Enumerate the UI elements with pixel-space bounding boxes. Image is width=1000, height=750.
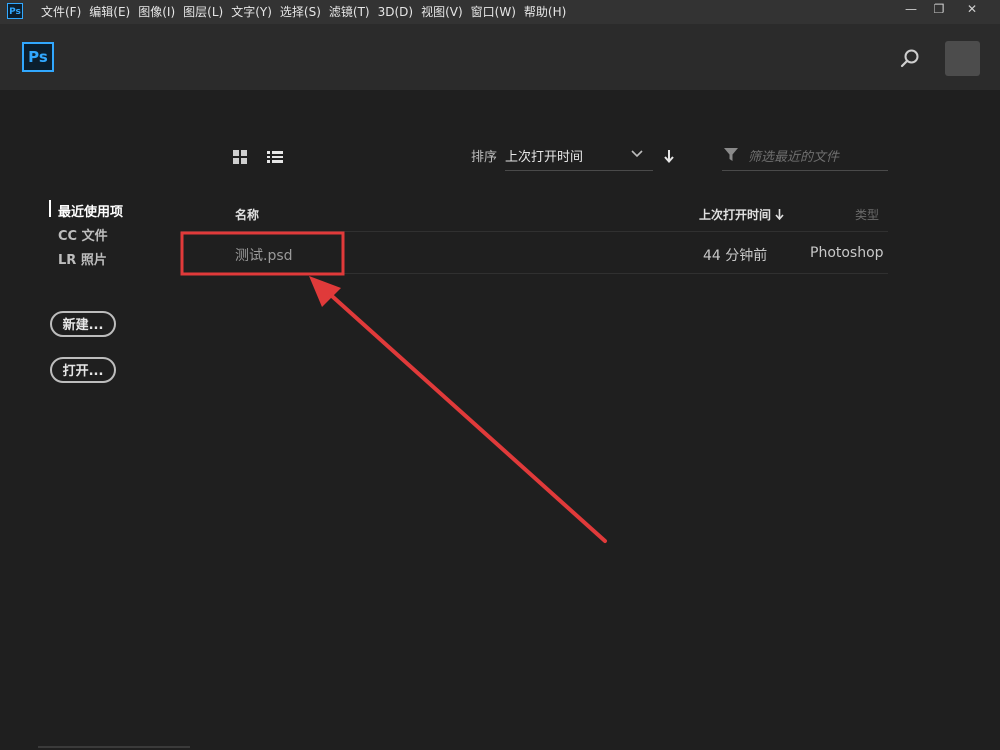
annotation-arrow-head — [309, 276, 341, 307]
photoshop-logo: Ps — [22, 42, 54, 72]
sidebar-item-recent[interactable]: 最近使用项 — [58, 201, 123, 220]
menu-select[interactable]: 选择(S) — [276, 0, 325, 24]
restore-button[interactable]: ❐ — [925, 0, 953, 18]
menu-window[interactable]: 窗口(W) — [467, 0, 520, 24]
menu-image[interactable]: 图像(I) — [134, 0, 179, 24]
menu-filter[interactable]: 滤镜(T) — [325, 0, 374, 24]
menu-view[interactable]: 视图(V) — [417, 0, 467, 24]
menu-items: 文件(F) 编辑(E) 图像(I) 图层(L) 文字(Y) 选择(S) 滤镜(T… — [37, 0, 570, 24]
chevron-down-icon — [631, 150, 643, 158]
column-header-type[interactable]: 类型 — [855, 206, 879, 223]
sort-direction-icon[interactable] — [664, 149, 674, 163]
file-name[interactable]: 测试.psd — [235, 245, 293, 265]
open-button[interactable]: 打开... — [50, 357, 116, 383]
sidebar-item-lr-photos[interactable]: LR 照片 — [58, 249, 107, 268]
column-header-last-opened-label: 上次打开时间 — [699, 208, 772, 222]
menu-file[interactable]: 文件(F) — [37, 0, 85, 24]
annotation-arrow-shaft — [321, 286, 607, 543]
grid-view-icon[interactable] — [233, 150, 247, 164]
menu-3d[interactable]: 3D(D) — [374, 0, 417, 24]
close-button[interactable]: ✕ — [958, 0, 986, 18]
menu-type[interactable]: 文字(Y) — [227, 0, 276, 24]
search-icon[interactable] — [899, 47, 921, 69]
sort-down-arrow-icon — [775, 209, 784, 221]
file-type: Photoshop — [810, 245, 884, 261]
sidebar-item-cc-files[interactable]: CC 文件 — [58, 225, 108, 244]
divider — [181, 273, 888, 274]
menu-layer[interactable]: 图层(L) — [179, 0, 227, 24]
active-indicator — [49, 200, 51, 217]
sort-value: 上次打开时间 — [505, 150, 584, 165]
divider — [181, 231, 888, 232]
file-last-opened: 44 分钟前 — [703, 248, 768, 264]
filter-input[interactable]: 筛选最近的文件 — [722, 142, 888, 171]
new-button[interactable]: 新建... — [50, 311, 116, 337]
annotation-overlay — [180, 231, 607, 543]
sort-dropdown[interactable]: 上次打开时间 — [505, 142, 653, 171]
avatar[interactable] — [945, 41, 980, 76]
scroll-indicator — [38, 746, 190, 748]
photoshop-app-icon: Ps — [7, 3, 23, 19]
filter-icon — [724, 148, 738, 161]
menu-bar: Ps 文件(F) 编辑(E) 图像(I) 图层(L) 文字(Y) 选择(S) 滤… — [0, 0, 1000, 24]
column-header-last-opened[interactable]: 上次打开时间 — [699, 206, 784, 223]
menu-help[interactable]: 帮助(H) — [520, 0, 570, 24]
sort-label: 排序 — [471, 150, 498, 165]
list-view-icon[interactable] — [267, 150, 283, 164]
column-header-name[interactable]: 名称 — [235, 206, 259, 223]
filter-placeholder: 筛选最近的文件 — [748, 150, 840, 165]
menu-edit[interactable]: 编辑(E) — [85, 0, 134, 24]
minimize-button[interactable]: — — [897, 0, 925, 18]
home-header — [0, 24, 1000, 90]
